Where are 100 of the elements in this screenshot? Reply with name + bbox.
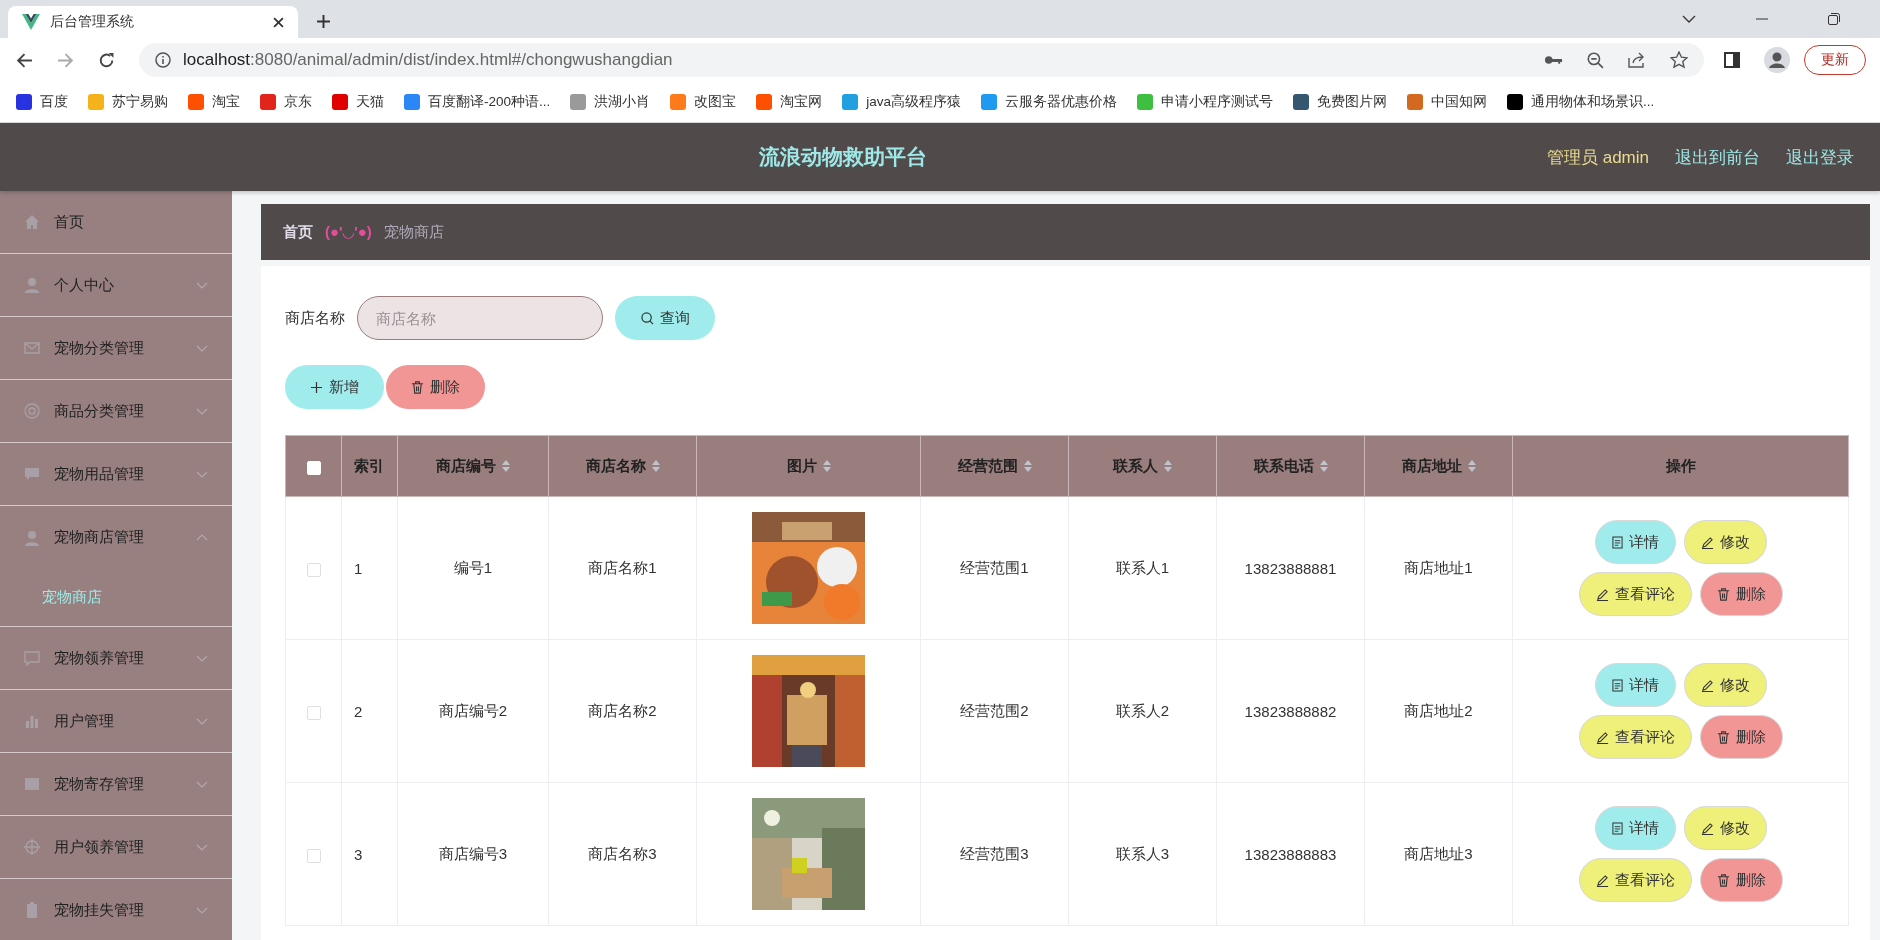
sidebar-item[interactable]: 个人中心 — [0, 254, 232, 317]
column-header[interactable]: 索引 — [354, 456, 384, 476]
chevron-down-icon — [196, 906, 208, 914]
breadcrumb-home-link[interactable]: 首页 — [283, 222, 313, 242]
breadcrumb-current: 宠物商店 — [383, 222, 444, 242]
column-header[interactable]: 操作 — [1665, 456, 1696, 476]
bookmark[interactable]: 苏宁易购 — [88, 93, 168, 111]
sidebar-item[interactable]: 宠物用品管理 — [0, 443, 232, 506]
column-header[interactable]: 联系人 — [1113, 456, 1172, 476]
delete-button[interactable]: 删除 — [1699, 572, 1783, 616]
search-field[interactable]: 商店名称 — [357, 296, 603, 340]
column-header[interactable]: 商店名称 — [585, 456, 660, 476]
bookmark[interactable]: 百度翻译-200种语... — [404, 93, 551, 111]
bookmark[interactable]: 天猫 — [332, 93, 384, 111]
update-button[interactable]: 更新 — [1804, 45, 1866, 75]
menu-item-icon — [24, 776, 40, 792]
sort-icon[interactable] — [1467, 460, 1476, 472]
chevron-down-icon — [196, 281, 208, 289]
row-checkbox[interactable] — [306, 705, 321, 720]
sort-icon[interactable] — [502, 460, 510, 472]
bookmark[interactable]: 洪湖小肖 — [570, 93, 651, 111]
bookmark[interactable]: 百度 — [16, 93, 68, 111]
bookmark[interactable]: java高级程序猿 — [842, 93, 962, 111]
menu-item-icon — [24, 277, 40, 293]
comment-button[interactable]: 查看评论 — [1578, 715, 1692, 759]
bookmark[interactable]: 京东 — [260, 93, 312, 111]
sort-icon[interactable] — [1319, 460, 1328, 472]
bookmark[interactable]: 通用物体和场景识... — [1507, 93, 1655, 111]
breadcrumb-separator: (●'◡'●) — [325, 223, 372, 241]
column-header[interactable]: 商店编号 — [436, 456, 510, 476]
delete-button[interactable]: 删除 — [386, 365, 485, 409]
add-button[interactable]: 新增 — [285, 365, 384, 409]
detail-button[interactable]: 详情 — [1594, 806, 1676, 850]
table-cell: 1 — [354, 559, 363, 577]
sort-icon[interactable] — [651, 460, 660, 472]
sidebar-item[interactable]: 用户领养管理 — [0, 816, 232, 879]
bookmark[interactable]: 免费图片网 — [1293, 93, 1388, 111]
delete-button[interactable]: 删除 — [1699, 858, 1783, 902]
bookmark[interactable]: 淘宝 — [188, 93, 240, 111]
table-cell: 商店地址1 — [1404, 558, 1473, 576]
sort-icon[interactable] — [822, 460, 831, 472]
close-icon[interactable] — [273, 16, 284, 28]
sidebar-item[interactable]: 用户管理 — [0, 690, 232, 753]
bookmark[interactable]: 改图宝 — [670, 93, 737, 111]
search-button[interactable]: 查询 — [615, 296, 715, 340]
edit-button[interactable]: 修改 — [1683, 663, 1767, 707]
bookmark[interactable]: 淘宝网 — [756, 93, 823, 111]
table-cell: 13823888883 — [1244, 845, 1337, 863]
edit-button[interactable]: 修改 — [1683, 806, 1767, 850]
comment-button[interactable]: 查看评论 — [1578, 858, 1692, 902]
column-header[interactable]: 经营范围 — [957, 456, 1032, 476]
plus-icon — [310, 380, 323, 394]
forward-icon[interactable] — [57, 51, 74, 69]
table-cell: 商店名称3 — [588, 844, 657, 862]
select-all-checkbox[interactable] — [306, 460, 321, 475]
sidebar-item[interactable]: 宠物商店管理 — [0, 506, 232, 569]
sort-icon[interactable] — [1023, 460, 1032, 472]
sort-icon[interactable] — [1164, 460, 1172, 472]
column-header[interactable]: 联系电话 — [1253, 456, 1328, 476]
table-cell: 商店地址3 — [1404, 844, 1473, 862]
header-link[interactable]: 退出到前台 — [1675, 145, 1760, 169]
row-checkbox[interactable] — [306, 562, 321, 577]
sidebar-item[interactable]: 宠物挂失管理 — [0, 879, 232, 940]
delete-button[interactable]: 删除 — [1699, 715, 1783, 759]
bookmark[interactable]: 中国知网 — [1407, 93, 1488, 111]
comment-button[interactable]: 查看评论 — [1578, 572, 1692, 616]
star-icon[interactable] — [1670, 51, 1688, 69]
profile-icon[interactable] — [1764, 47, 1790, 73]
zoom-out-icon[interactable] — [1587, 51, 1604, 69]
column-header[interactable]: 图片 — [786, 456, 831, 476]
back-icon[interactable] — [16, 51, 33, 69]
sidebar-item[interactable]: 首页 — [0, 191, 232, 254]
detail-button[interactable]: 详情 — [1594, 663, 1676, 707]
header-link[interactable]: 退出登录 — [1786, 145, 1854, 169]
bookmark[interactable]: 云服务器优惠价格 — [981, 93, 1118, 111]
document-icon — [1611, 678, 1623, 692]
chevron-down-icon — [196, 470, 208, 478]
detail-button[interactable]: 详情 — [1594, 520, 1676, 564]
row-checkbox[interactable] — [306, 848, 321, 863]
address-field[interactable]: localhost:8080/animal/admin/dist/index.html#/chongwushangdian — [139, 43, 1704, 77]
sidebar-item[interactable]: 宠物分类管理 — [0, 317, 232, 380]
table-cell: 联系人3 — [1115, 844, 1170, 862]
chevron-down-icon[interactable] — [1682, 15, 1696, 23]
reload-icon[interactable] — [98, 51, 115, 69]
share-icon[interactable] — [1628, 52, 1646, 68]
key-icon[interactable] — [1544, 55, 1563, 65]
sidebar-item[interactable]: 宠物领养管理 — [0, 627, 232, 690]
menu-item-icon — [24, 466, 40, 482]
table-cell: 商店地址2 — [1404, 701, 1473, 719]
table-cell: 经营范围1 — [960, 558, 1029, 576]
browser-tab[interactable]: 后台管理系统 — [8, 6, 298, 38]
restore-icon[interactable] — [1828, 13, 1840, 25]
new-tab-icon[interactable] — [316, 14, 331, 29]
edit-button[interactable]: 修改 — [1683, 520, 1767, 564]
bookmark[interactable]: 申请小程序测试号 — [1137, 93, 1274, 111]
side-panel-icon[interactable] — [1724, 52, 1740, 68]
sidebar-item[interactable]: 宠物寄存管理 — [0, 753, 232, 816]
trash-icon — [1716, 587, 1730, 601]
column-header[interactable]: 商店地址 — [1401, 456, 1476, 476]
sidebar-item[interactable]: 商品分类管理 — [0, 380, 232, 443]
